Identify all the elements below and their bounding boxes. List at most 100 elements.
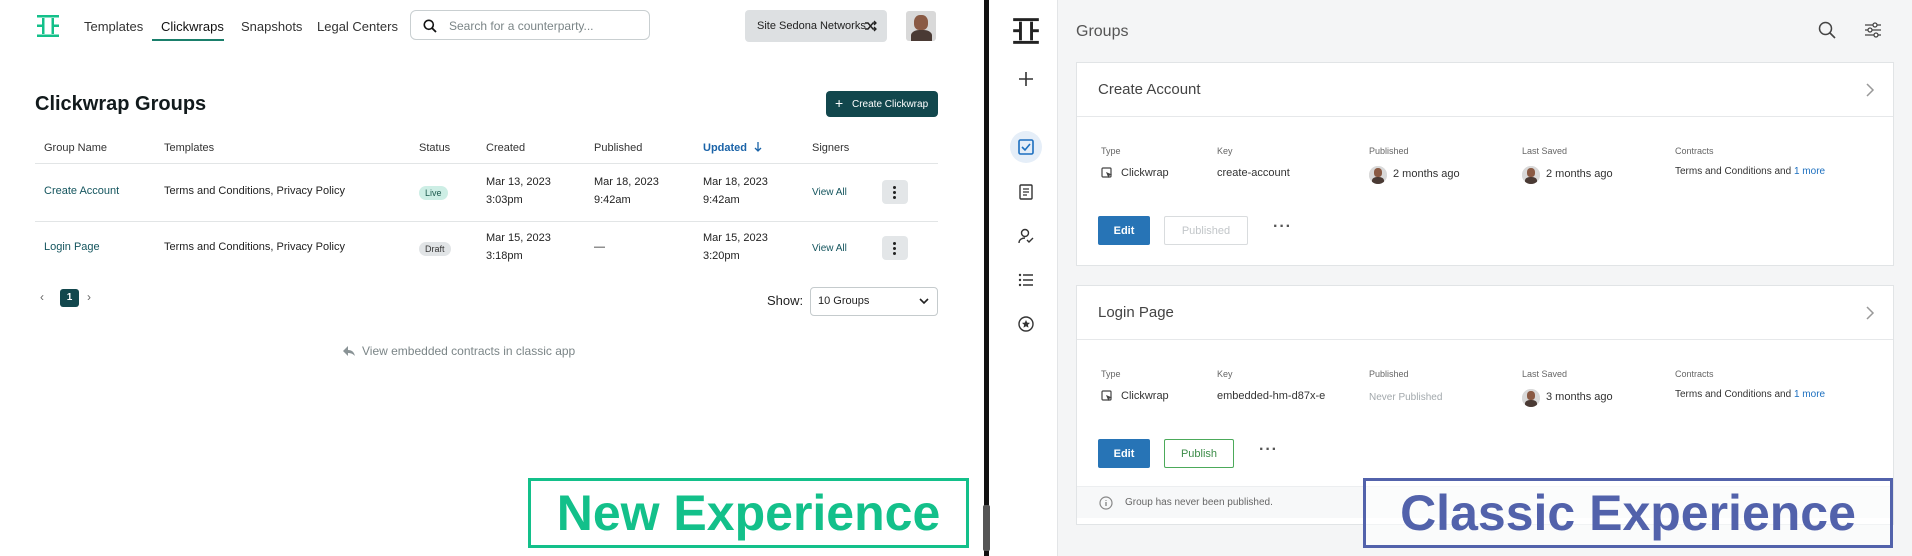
contracts-label: Contracts [1675, 146, 1714, 156]
last-saved-label: Last Saved [1522, 369, 1568, 379]
row-actions-button[interactable] [882, 180, 908, 204]
row-actions-button[interactable] [882, 236, 908, 260]
chevron-left-icon[interactable]: ‹ [40, 290, 44, 304]
created-date: Mar 13, 2023 [486, 176, 551, 188]
chevron-right-icon[interactable] [1865, 305, 1875, 321]
type-label: Type [1101, 146, 1121, 156]
group-name-link[interactable]: Login Page [44, 238, 100, 257]
more-options-icon[interactable]: ··· [1259, 441, 1278, 459]
nav-clickwraps[interactable]: Clickwraps [161, 19, 224, 34]
notice-text: Group has never been published. [1125, 497, 1273, 508]
col-header-published[interactable]: Published [594, 142, 642, 154]
key-value: embedded-hm-d87x-e [1217, 390, 1326, 402]
edit-button[interactable]: Edit [1098, 216, 1150, 245]
page-size-value: 10 Groups [818, 295, 870, 307]
page-title: Clickwrap Groups [35, 93, 207, 115]
plus-icon[interactable] [1010, 63, 1042, 95]
reply-arrow-icon [343, 346, 355, 356]
created-time: 3:03pm [486, 194, 523, 206]
avatar [1369, 166, 1387, 184]
col-header-signers[interactable]: Signers [812, 142, 849, 154]
col-header-updated-label: Updated [703, 142, 747, 154]
type-value: Clickwrap [1121, 390, 1169, 402]
status-badge: Draft [419, 242, 451, 256]
last-saved-label: Last Saved [1522, 146, 1568, 156]
published-time: 9:42am [594, 194, 631, 206]
nav-legal-centers[interactable]: Legal Centers [317, 19, 398, 34]
updated-date: Mar 15, 2023 [703, 232, 768, 244]
settings-sliders-icon[interactable] [1864, 21, 1882, 39]
cursor-click-icon [1101, 167, 1112, 178]
publish-button[interactable]: Publish [1164, 439, 1234, 468]
key-label: Key [1217, 369, 1233, 379]
published-date: — [594, 241, 605, 253]
col-header-templates[interactable]: Templates [164, 142, 214, 154]
signers-view-all-link[interactable]: View All [812, 183, 847, 202]
published-label: Published [1369, 146, 1409, 156]
published-label: Published [1369, 369, 1409, 379]
card-title: Create Account [1098, 81, 1201, 98]
card-header[interactable]: Login Page [1077, 286, 1893, 340]
templates-cell: Terms and Conditions, Privacy Policy [164, 241, 345, 253]
contracts-value: Terms and Conditions and 1 more [1675, 389, 1826, 400]
group-name-link[interactable]: Create Account [44, 182, 119, 201]
drag-handle[interactable] [983, 505, 990, 551]
split-divider[interactable] [980, 0, 994, 556]
avatar [1522, 389, 1540, 407]
avatar [1522, 166, 1540, 184]
nav-templates[interactable]: Templates [84, 19, 143, 34]
search-input[interactable] [449, 17, 639, 34]
last-saved-value: 3 months ago [1546, 391, 1613, 403]
user-check-icon[interactable] [1010, 220, 1042, 252]
badge-star-icon[interactable] [1010, 308, 1042, 340]
card-header[interactable]: Create Account [1077, 63, 1893, 117]
plus-icon: + [835, 95, 844, 111]
ironclad-logo[interactable] [1012, 17, 1040, 45]
contracts-more-link[interactable]: 1 more [1794, 166, 1825, 177]
col-header-status[interactable]: Status [419, 142, 450, 154]
contracts-label: Contracts [1675, 369, 1714, 379]
table-divider [35, 163, 938, 164]
key-value: create-account [1217, 167, 1290, 179]
ironclad-logo[interactable] [36, 14, 60, 38]
search-icon[interactable] [1818, 21, 1836, 39]
nav-snapshots[interactable]: Snapshots [241, 19, 302, 34]
created-time: 3:18pm [486, 250, 523, 262]
page-size-select[interactable]: 10 Groups [810, 287, 938, 316]
updated-time: 9:42am [703, 194, 740, 206]
card-title: Login Page [1098, 304, 1174, 321]
edit-button[interactable]: Edit [1098, 439, 1150, 468]
site-switcher-button[interactable]: Site Sedona Networks [745, 10, 887, 42]
view-classic-app-link[interactable]: View embedded contracts in classic app [343, 344, 575, 358]
status-badge: Live [419, 186, 448, 200]
document-icon[interactable] [1010, 176, 1042, 208]
user-avatar[interactable] [906, 11, 936, 41]
contracts-more-link[interactable]: 1 more [1794, 389, 1825, 400]
clickwrap-nav-icon[interactable] [1010, 131, 1042, 163]
col-header-created[interactable]: Created [486, 142, 525, 154]
active-nav-indicator [152, 39, 224, 41]
published-date: Mar 18, 2023 [594, 176, 659, 188]
new-experience-panel: Templates Clickwraps Snapshots Legal Cen… [0, 0, 980, 556]
site-name: Site Sedona Networks [757, 20, 866, 32]
show-label: Show: [767, 293, 804, 308]
updated-date: Mar 18, 2023 [703, 176, 768, 188]
create-clickwrap-button[interactable]: + Create Clickwrap [826, 91, 938, 117]
templates-cell: Terms and Conditions, Privacy Policy [164, 185, 345, 197]
key-label: Key [1217, 146, 1233, 156]
col-header-group-name[interactable]: Group Name [44, 142, 107, 154]
chevron-right-icon[interactable]: › [87, 290, 91, 304]
counterparty-search[interactable] [410, 10, 650, 40]
signers-view-all-link[interactable]: View All [812, 239, 847, 258]
classic-page-title: Groups [1076, 23, 1129, 40]
chevron-right-icon[interactable] [1865, 82, 1875, 98]
cursor-click-icon [1101, 390, 1112, 401]
published-button-disabled: Published [1164, 216, 1248, 245]
col-header-updated[interactable]: Updated [703, 142, 762, 154]
more-options-icon[interactable]: ··· [1273, 218, 1292, 236]
info-icon [1099, 496, 1113, 510]
page-number-button[interactable]: 1 [60, 289, 79, 307]
group-card: Create Account Type Clickwrap Key create… [1076, 62, 1894, 266]
shuffle-icon [865, 20, 877, 32]
list-icon[interactable] [1010, 264, 1042, 296]
